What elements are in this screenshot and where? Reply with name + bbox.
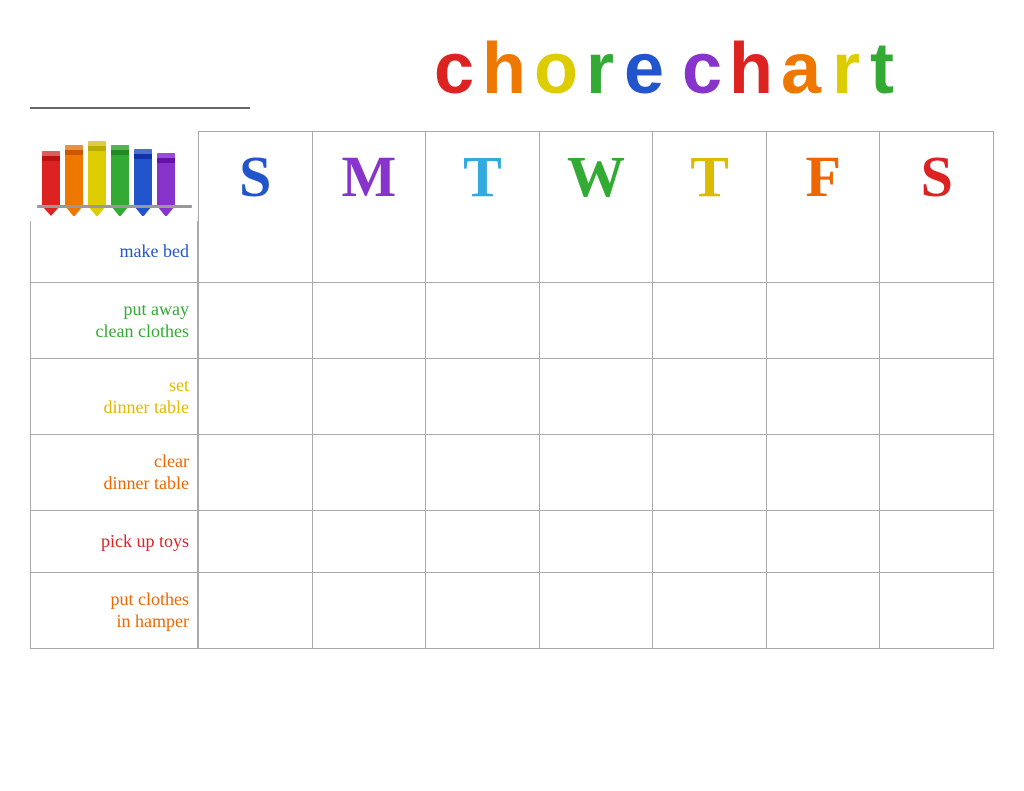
grid-cell-1-5[interactable] [767,283,881,358]
title-svg: c h o r e c h a r t [434,18,994,108]
grid-cell-2-2[interactable] [426,359,540,434]
day-header-F-5: F [767,132,881,221]
grid-cell-4-6[interactable] [880,511,993,572]
grid-cell-4-1[interactable] [313,511,427,572]
grid-cell-3-4[interactable] [653,435,767,510]
grid-row-1 [198,283,994,359]
svg-text:r: r [586,29,616,108]
chore-label-2: setdinner table [30,359,198,435]
day-header-W-3: W [540,132,654,221]
day-header-row: SMTWTFS [198,131,994,221]
crayons-illustration [30,131,198,221]
grid-row-4 [198,511,994,573]
grid-cell-2-6[interactable] [880,359,993,434]
grid-cell-5-4[interactable] [653,573,767,648]
grid-cell-3-2[interactable] [426,435,540,510]
grid-cell-5-1[interactable] [313,573,427,648]
grid-cell-2-3[interactable] [540,359,654,434]
grid-cell-4-2[interactable] [426,511,540,572]
name-line-area [30,81,250,113]
svg-text:o: o [534,29,580,108]
grid-cell-1-3[interactable] [540,283,654,358]
grid-rows [198,221,994,649]
svg-text:t: t [870,29,896,108]
chore-label-0: make bed [30,221,198,283]
table-container: make bedput awayclean clothessetdinner t… [30,131,994,649]
grid-cell-0-2[interactable] [426,221,540,282]
grid-cell-2-5[interactable] [767,359,881,434]
grid-cell-4-5[interactable] [767,511,881,572]
grid-cell-4-3[interactable] [540,511,654,572]
svg-text:c: c [434,29,476,108]
grid-row-2 [198,359,994,435]
crayons-svg [37,131,192,216]
svg-text:e: e [624,29,666,108]
day-header-S-6: S [880,132,993,221]
svg-text:h: h [729,29,775,108]
grid-row-0 [198,221,994,283]
grid-cell-1-1[interactable] [313,283,427,358]
page: c h o r e c h a r t [0,0,1024,791]
grid-cell-2-4[interactable] [653,359,767,434]
grid-cell-0-4[interactable] [653,221,767,282]
name-line [30,81,250,109]
grid-cell-1-2[interactable] [426,283,540,358]
grid-cell-0-3[interactable] [540,221,654,282]
grid-cell-5-6[interactable] [880,573,993,648]
day-header-T-2: T [426,132,540,221]
chore-label-4: pick up toys [30,511,198,573]
grid-cell-3-5[interactable] [767,435,881,510]
grid-cell-4-4[interactable] [653,511,767,572]
grid-cell-0-6[interactable] [880,221,993,282]
grid-cell-3-3[interactable] [540,435,654,510]
grid-cell-1-4[interactable] [653,283,767,358]
grid-cell-5-2[interactable] [426,573,540,648]
grid-cell-0-0[interactable] [199,221,313,282]
chore-label-1: put awayclean clothes [30,283,198,359]
grid-cell-3-1[interactable] [313,435,427,510]
grid-cell-2-1[interactable] [313,359,427,434]
grid-cell-1-6[interactable] [880,283,993,358]
grid-cell-3-6[interactable] [880,435,993,510]
day-header-T-4: T [653,132,767,221]
day-header-S-0: S [199,132,313,221]
title-area: c h o r e c h a r t [434,18,994,113]
chore-labels: make bedput awayclean clothessetdinner t… [30,221,198,649]
header: c h o r e c h a r t [30,18,994,117]
svg-text:a: a [781,29,823,108]
grid-cell-0-5[interactable] [767,221,881,282]
grid-cell-1-0[interactable] [199,283,313,358]
grid-area: SMTWTFS [198,131,994,649]
day-header-M-1: M [313,132,427,221]
svg-text:h: h [482,29,528,108]
grid-row-3 [198,435,994,511]
chore-label-5: put clothesin hamper [30,573,198,649]
grid-cell-5-3[interactable] [540,573,654,648]
svg-text:r: r [832,29,862,108]
chore-label-3: cleardinner table [30,435,198,511]
grid-cell-2-0[interactable] [199,359,313,434]
grid-row-5 [198,573,994,649]
chores-column: make bedput awayclean clothessetdinner t… [30,131,198,649]
grid-cell-4-0[interactable] [199,511,313,572]
svg-text:c: c [682,29,724,108]
grid-cell-3-0[interactable] [199,435,313,510]
grid-cell-5-5[interactable] [767,573,881,648]
grid-cell-0-1[interactable] [313,221,427,282]
grid-cell-5-0[interactable] [199,573,313,648]
